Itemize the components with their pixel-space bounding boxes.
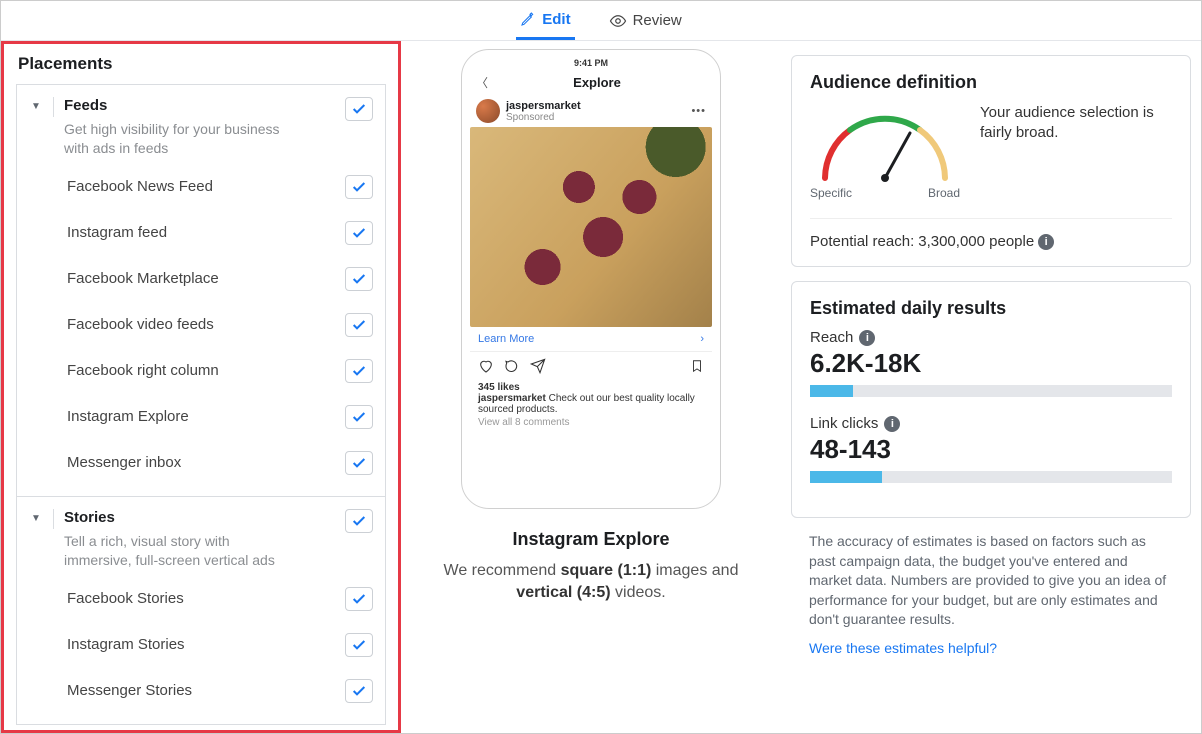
checkbox[interactable] <box>345 451 373 475</box>
preview-image <box>470 127 712 327</box>
caret-down-icon[interactable]: ▼ <box>29 513 43 524</box>
view-comments: View all 8 comments <box>478 417 704 428</box>
checkbox[interactable] <box>345 221 373 245</box>
chevron-right-icon: › <box>700 333 704 345</box>
feedback-link[interactable]: Were these estimates helpful? <box>809 640 997 656</box>
tab-edit-label: Edit <box>542 11 570 28</box>
gauge: Specific Broad <box>810 103 960 200</box>
group-desc: Tell a rich, visual story with immersive… <box>64 532 337 576</box>
clicks-metric-label: Link clicks <box>810 415 878 432</box>
avatar <box>476 99 500 123</box>
placement-group-feeds: ▼ Feeds Get high visibility for your bus… <box>17 85 385 496</box>
account-name: jaspersmarket <box>506 100 581 112</box>
placement-item[interactable]: Instagram Stories <box>29 622 373 668</box>
status-bar: 9:41 PM <box>470 56 712 70</box>
sponsored-label: Sponsored <box>506 112 581 123</box>
checkbox-stories[interactable] <box>345 509 373 533</box>
clicks-metric-value: 48-143 <box>810 434 1172 465</box>
audience-title: Audience definition <box>810 72 1172 93</box>
placement-item[interactable]: Facebook Marketplace <box>29 256 373 302</box>
caption: jaspersmarket Check out our best quality… <box>478 393 704 415</box>
comment-icon <box>504 358 520 374</box>
placement-item[interactable]: Facebook Stories <box>29 576 373 622</box>
top-tabs: Edit Review <box>1 1 1201 41</box>
results-title: Estimated daily results <box>810 298 1172 319</box>
divider <box>53 509 54 529</box>
placement-item[interactable]: Facebook video feeds <box>29 302 373 348</box>
placements-panel: Placements ▼ Feeds Get high visibility f… <box>1 41 401 733</box>
preview-header: Explore <box>488 75 706 90</box>
preview-panel: 9:41 PM 〈 Explore jaspersmarket Sponsore… <box>401 41 781 733</box>
info-icon[interactable]: i <box>884 416 900 432</box>
tab-review-label: Review <box>633 12 682 29</box>
eye-icon <box>609 12 627 30</box>
gauge-label-broad: Broad <box>928 186 960 200</box>
checkbox-feeds[interactable] <box>345 97 373 121</box>
ig-actions <box>470 352 712 380</box>
pencil-icon <box>520 11 536 27</box>
group-title: Stories <box>64 509 337 526</box>
more-icon: ••• <box>691 105 706 117</box>
checkbox[interactable] <box>345 313 373 337</box>
caret-down-icon[interactable]: ▼ <box>29 101 43 112</box>
bookmark-icon <box>690 358 704 374</box>
reach-bar <box>810 385 1172 397</box>
group-title: Feeds <box>64 97 337 114</box>
checkbox[interactable] <box>345 633 373 657</box>
insights-panel: Audience definition Specific Broad <box>781 41 1201 733</box>
audience-summary: Your audience selection is fairly broad. <box>980 103 1172 144</box>
info-icon[interactable]: i <box>1038 234 1054 250</box>
clicks-bar <box>810 471 1172 483</box>
disclaimer-text: The accuracy of estimates is based on fa… <box>809 532 1173 630</box>
checkbox[interactable] <box>345 405 373 429</box>
tab-review[interactable]: Review <box>605 4 686 38</box>
learn-more-link: Learn More <box>478 333 534 345</box>
placements-title: Placements <box>4 44 398 84</box>
back-icon: 〈 <box>476 74 488 91</box>
results-card: Estimated daily results Reachi 6.2K-18K … <box>791 281 1191 518</box>
info-icon[interactable]: i <box>859 330 875 346</box>
checkbox[interactable] <box>345 359 373 383</box>
placement-item[interactable]: Messenger Stories <box>29 668 373 714</box>
group-desc: Get high visibility for your business wi… <box>64 120 337 164</box>
reach-label: Potential reach: <box>810 233 914 250</box>
checkbox[interactable] <box>345 587 373 611</box>
checkbox[interactable] <box>345 267 373 291</box>
gauge-label-specific: Specific <box>810 186 852 200</box>
placement-item[interactable]: Facebook News Feed <box>29 164 373 210</box>
divider <box>53 97 54 117</box>
checkbox[interactable] <box>345 175 373 199</box>
preview-title: Instagram Explore <box>512 529 669 550</box>
placement-item[interactable]: Facebook right column <box>29 348 373 394</box>
reach-metric-label: Reach <box>810 329 853 346</box>
tab-edit[interactable]: Edit <box>516 3 574 40</box>
audience-card: Audience definition Specific Broad <box>791 55 1191 267</box>
heart-icon <box>478 358 494 374</box>
reach-value: 3,300,000 people <box>918 233 1034 250</box>
likes-count: 345 likes <box>478 382 704 393</box>
preview-recommendation: We recommend square (1:1) images and ver… <box>431 560 751 605</box>
phone-preview: 9:41 PM 〈 Explore jaspersmarket Sponsore… <box>461 49 721 509</box>
reach-metric-value: 6.2K-18K <box>810 348 1172 379</box>
send-icon <box>530 358 546 374</box>
placement-item[interactable]: Instagram Explore <box>29 394 373 440</box>
placement-item[interactable]: Messenger inbox <box>29 440 373 486</box>
checkbox[interactable] <box>345 679 373 703</box>
placement-group-stories: ▼ Stories Tell a rich, visual story with… <box>17 496 385 724</box>
placement-item[interactable]: Instagram feed <box>29 210 373 256</box>
